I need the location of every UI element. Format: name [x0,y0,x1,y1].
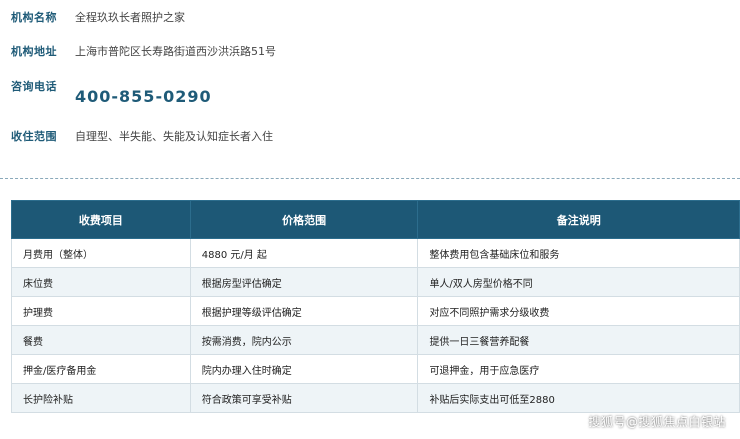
cell-price-range: 院内办理入住时确定 [189,354,419,384]
header-fee-item: 收费项目 [11,200,191,239]
header-price-range: 价格范围 [189,200,419,239]
cell-remarks: 整体费用包含基础床位和服务 [417,238,740,268]
table-row: 长护险补贴 符合政策可享受补贴 补贴后实际支出可低至2880 [11,383,740,413]
cell-price-range: 符合政策可享受补贴 [189,383,419,413]
cell-remarks: 对应不同照护需求分级收费 [417,296,740,326]
cell-price-range: 根据房型评估确定 [189,267,419,297]
phone-number[interactable]: 400-855-0290 [75,87,212,106]
cell-fee-item: 月费用（整体） [11,238,191,268]
scope-value: 自理型、半失能、失能及认知症长者入住 [75,130,273,143]
info-row-phone-value: 400-855-0290 [75,87,212,106]
table-row: 护理费 根据护理等级评估确定 对应不同照护需求分级收费 [11,296,740,326]
fee-table: 收费项目 价格范围 备注说明 月费用（整体） 4880 元/月 起 整体费用包含… [11,200,740,413]
cell-fee-item: 押金/医疗备用金 [11,354,191,384]
info-row-phone-label: 咨询电话 [11,78,75,94]
cell-remarks: 补贴后实际支出可低至2880 [417,383,740,413]
name-value: 全程玖玖长者照护之家 [75,11,185,24]
cell-fee-item: 床位费 [11,267,191,297]
cell-price-range: 4880 元/月 起 [189,238,419,268]
cell-fee-item: 长护险补贴 [11,383,191,413]
info-row-name: 机构名称 全程玖玖长者照护之家 [11,9,185,25]
dashed-divider [0,178,740,179]
table-row: 月费用（整体） 4880 元/月 起 整体费用包含基础床位和服务 [11,238,740,268]
header-remarks: 备注说明 [417,200,740,239]
name-label: 机构名称 [11,11,57,24]
cell-fee-item: 餐费 [11,325,191,355]
address-label: 机构地址 [11,45,57,58]
info-row-address: 机构地址 上海市普陀区长寿路街道西沙洪浜路51号 [11,43,276,59]
fee-table-header-row: 收费项目 价格范围 备注说明 [11,200,740,239]
cell-remarks: 可退押金，用于应急医疗 [417,354,740,384]
cell-fee-item: 护理费 [11,296,191,326]
watermark: 搜狐号@搜狐焦点白银站 [588,415,726,429]
table-row: 餐费 按需消费，院内公示 提供一日三餐营养配餐 [11,325,740,355]
address-value: 上海市普陀区长寿路街道西沙洪浜路51号 [75,45,276,58]
phone-label: 咨询电话 [11,80,57,93]
scope-label: 收住范围 [11,130,57,143]
cell-remarks: 单人/双人房型价格不同 [417,267,740,297]
cell-remarks: 提供一日三餐营养配餐 [417,325,740,355]
cell-price-range: 根据护理等级评估确定 [189,296,419,326]
table-row: 押金/医疗备用金 院内办理入住时确定 可退押金，用于应急医疗 [11,354,740,384]
info-row-scope: 收住范围 自理型、半失能、失能及认知症长者入住 [11,128,273,144]
table-row: 床位费 根据房型评估确定 单人/双人房型价格不同 [11,267,740,297]
cell-price-range: 按需消费，院内公示 [189,325,419,355]
